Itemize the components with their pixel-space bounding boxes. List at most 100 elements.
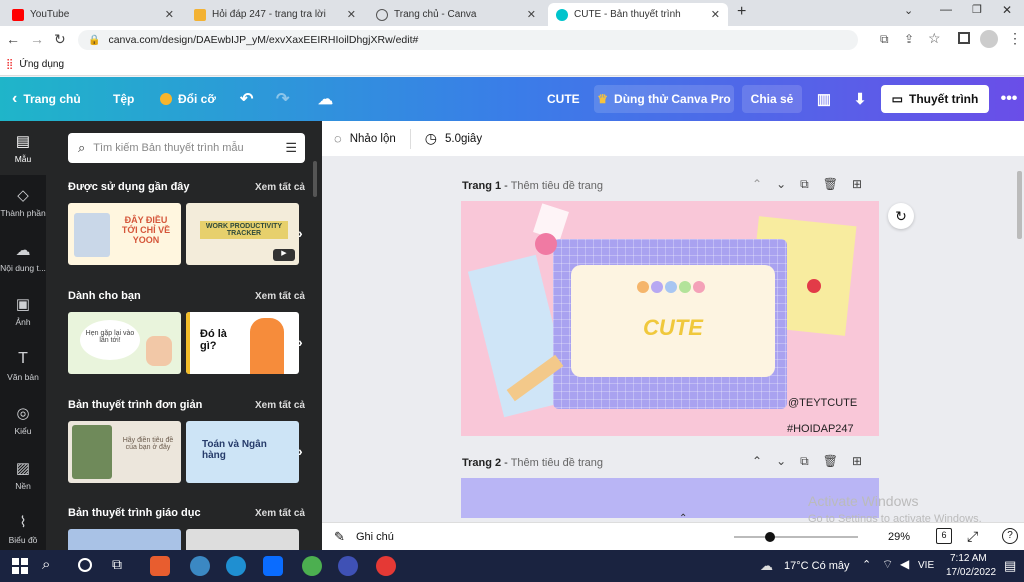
avatar[interactable] bbox=[980, 30, 998, 48]
canvas-scrollbar[interactable] bbox=[1017, 171, 1022, 239]
template-thumb[interactable]: Hãy điền tiêu đề của bạn ở đây bbox=[68, 421, 181, 483]
page-1-label[interactable]: Trang 1 - Thêm tiêu đề trang bbox=[462, 180, 603, 192]
zalo-icon[interactable] bbox=[263, 556, 283, 576]
rail-styles[interactable]: ◎ Kiểu bbox=[0, 393, 46, 447]
rail-templates[interactable]: ▤ Mẫu bbox=[0, 121, 46, 175]
panel-scrollbar[interactable] bbox=[313, 161, 317, 197]
edge-icon[interactable] bbox=[226, 556, 246, 576]
see-all-link[interactable]: Xem tất cả bbox=[255, 508, 305, 519]
more-icon[interactable]: ••• bbox=[994, 85, 1024, 113]
template-thumb[interactable] bbox=[186, 529, 299, 550]
notifications-icon[interactable]: ▤ bbox=[1004, 558, 1016, 574]
duplicate-icon[interactable]: ⧉ bbox=[800, 177, 809, 192]
slide-hashtag-text[interactable]: #HOIDAP247 bbox=[787, 423, 854, 435]
see-all-link[interactable]: Xem tất cả bbox=[255, 291, 305, 302]
volume-icon[interactable]: ◀ bbox=[900, 557, 909, 571]
insights-icon[interactable]: ▥ bbox=[808, 85, 840, 113]
zoom-level[interactable]: 29% bbox=[888, 531, 910, 543]
url-field[interactable]: 🔒 canva.com/design/DAEwbIJP_yM/exvXaxEEI… bbox=[78, 30, 858, 50]
template-thumb[interactable]: Hẹn gặp lại vào lần tới! bbox=[68, 312, 181, 374]
tab-canva-home[interactable]: Trang chủ - Canva ✕ bbox=[368, 3, 544, 26]
sidebar-icon[interactable] bbox=[958, 32, 970, 44]
chrome-icon[interactable] bbox=[190, 556, 210, 576]
back-icon[interactable]: ← bbox=[6, 31, 20, 47]
cast-icon[interactable]: ⧉ bbox=[880, 32, 889, 47]
design-title[interactable]: CUTE bbox=[547, 77, 580, 121]
template-thumb[interactable] bbox=[68, 529, 181, 550]
chevron-right-icon[interactable]: › bbox=[298, 225, 303, 241]
rail-uploads[interactable]: ☁ Nội dung t... bbox=[0, 230, 46, 284]
see-all-link[interactable]: Xem tất cả bbox=[255, 182, 305, 193]
task-view-icon[interactable]: ⧉ bbox=[112, 556, 132, 576]
close-tab-icon[interactable]: ✕ bbox=[165, 8, 174, 21]
close-tab-icon[interactable]: ✕ bbox=[711, 8, 720, 21]
template-thumb[interactable]: Đó là gì? bbox=[186, 312, 299, 374]
clock-date[interactable]: 17/02/2022 bbox=[946, 567, 996, 578]
maximize-icon[interactable]: ❐ bbox=[972, 3, 982, 16]
add-page-icon[interactable]: ⊞ bbox=[852, 454, 862, 469]
chevron-up-icon[interactable]: ⌃ bbox=[752, 454, 762, 469]
chevron-down-icon[interactable]: ⌄ bbox=[776, 177, 786, 192]
rail-photos[interactable]: ▣ Ảnh bbox=[0, 284, 46, 338]
chrome-icon-2[interactable] bbox=[302, 556, 322, 576]
bookmark-star-icon[interactable]: ☆ bbox=[928, 30, 941, 47]
animate-button[interactable]: Nhảo lộn bbox=[350, 133, 396, 145]
minimize-icon[interactable]: — bbox=[940, 2, 952, 16]
chevron-right-icon[interactable]: › bbox=[298, 443, 303, 459]
page-2-label[interactable]: Trang 2 - Thêm tiêu đề trang bbox=[462, 457, 603, 469]
resize-button[interactable]: Đổi cỡ bbox=[160, 77, 216, 121]
zoom-slider-handle[interactable] bbox=[764, 532, 775, 542]
trash-icon[interactable]: 🗑 bbox=[823, 454, 838, 469]
menu-dots-icon[interactable]: ⋮ bbox=[1008, 30, 1022, 47]
add-page-icon[interactable]: ⊞ bbox=[852, 177, 862, 192]
see-all-link[interactable]: Xem tất cả bbox=[255, 400, 305, 411]
slide-1[interactable]: CUTE @TEYTCUTE #HOIDAP247 bbox=[461, 201, 879, 436]
bookmark-apps[interactable]: Ứng dụng bbox=[19, 59, 64, 70]
windows-start-icon[interactable] bbox=[12, 558, 28, 574]
close-tab-icon[interactable]: ✕ bbox=[347, 8, 356, 21]
chevron-right-icon[interactable]: › bbox=[298, 334, 303, 350]
redo-icon[interactable]: ↷ bbox=[276, 77, 289, 121]
download-icon[interactable]: ⬇ bbox=[844, 85, 876, 113]
filter-icon[interactable]: ☰ bbox=[285, 140, 297, 156]
zoom-slider[interactable] bbox=[734, 536, 858, 538]
rail-text[interactable]: T Văn bản bbox=[0, 339, 46, 393]
reload-icon[interactable]: ↻ bbox=[54, 31, 66, 48]
template-thumb[interactable]: ĐÂY ĐIỀU TỚI CHỈ VỀ YOON bbox=[68, 203, 181, 265]
close-tab-icon[interactable]: ✕ bbox=[527, 8, 536, 21]
wifi-icon[interactable]: ⌔ bbox=[882, 557, 893, 572]
chrome-icon-3[interactable] bbox=[338, 556, 358, 576]
duplicate-icon[interactable]: ⧉ bbox=[800, 454, 809, 469]
rail-charts[interactable]: ⌇ Biểu đồ bbox=[0, 502, 46, 556]
slide-title[interactable]: CUTE bbox=[571, 315, 775, 341]
chevron-up-icon[interactable]: ⌃ bbox=[679, 513, 687, 524]
search-icon[interactable]: ⌕ bbox=[42, 556, 62, 576]
help-icon[interactable]: ? bbox=[1002, 528, 1018, 544]
cortana-icon[interactable] bbox=[78, 558, 92, 572]
language-indicator[interactable]: VIE bbox=[918, 560, 934, 571]
close-window-icon[interactable]: ✕ bbox=[1002, 3, 1012, 17]
tab-hoidap[interactable]: Hỏi đáp 247 - trang tra lời ✕ bbox=[186, 3, 364, 26]
present-button[interactable]: ▭ Thuyết trình bbox=[881, 85, 989, 113]
share-page-icon[interactable]: ⇪ bbox=[904, 32, 914, 46]
slide-handle-text[interactable]: @TEYTCUTE bbox=[788, 397, 857, 409]
rail-background[interactable]: ▨ Nền bbox=[0, 448, 46, 502]
notes-button[interactable]: Ghi chú bbox=[356, 531, 394, 543]
tab-search-icon[interactable]: ⌄ bbox=[904, 4, 913, 17]
chevron-down-icon[interactable]: ⌄ bbox=[776, 454, 786, 469]
fullscreen-icon[interactable]: ⤢ bbox=[967, 528, 978, 545]
tab-youtube[interactable]: YouTube ✕ bbox=[4, 3, 182, 26]
template-thumb[interactable]: WORK PRODUCTIVITY TRACKER ▶ bbox=[186, 203, 299, 265]
template-search[interactable]: ⌕ Tìm kiếm Bản thuyết trình mẫu ☰ bbox=[68, 133, 305, 163]
try-pro-button[interactable]: ♛ Dùng thử Canva Pro bbox=[594, 85, 734, 113]
chevron-up-icon[interactable]: ⌃ bbox=[752, 177, 762, 192]
refresh-icon[interactable]: ↻ bbox=[888, 203, 914, 229]
undo-icon[interactable]: ↶ bbox=[240, 77, 253, 121]
duration-button[interactable]: 5.0giây bbox=[445, 133, 482, 145]
page-count-button[interactable]: 6 bbox=[936, 528, 952, 544]
tab-cute[interactable]: CUTE - Bản thuyết trình ✕ bbox=[548, 3, 728, 26]
share-button[interactable]: Chia sẻ bbox=[742, 85, 802, 113]
tray-arrow-icon[interactable]: ⌃ bbox=[862, 558, 871, 571]
apps-grid-icon[interactable]: ⣿ bbox=[6, 59, 13, 70]
office-icon[interactable] bbox=[150, 556, 170, 576]
